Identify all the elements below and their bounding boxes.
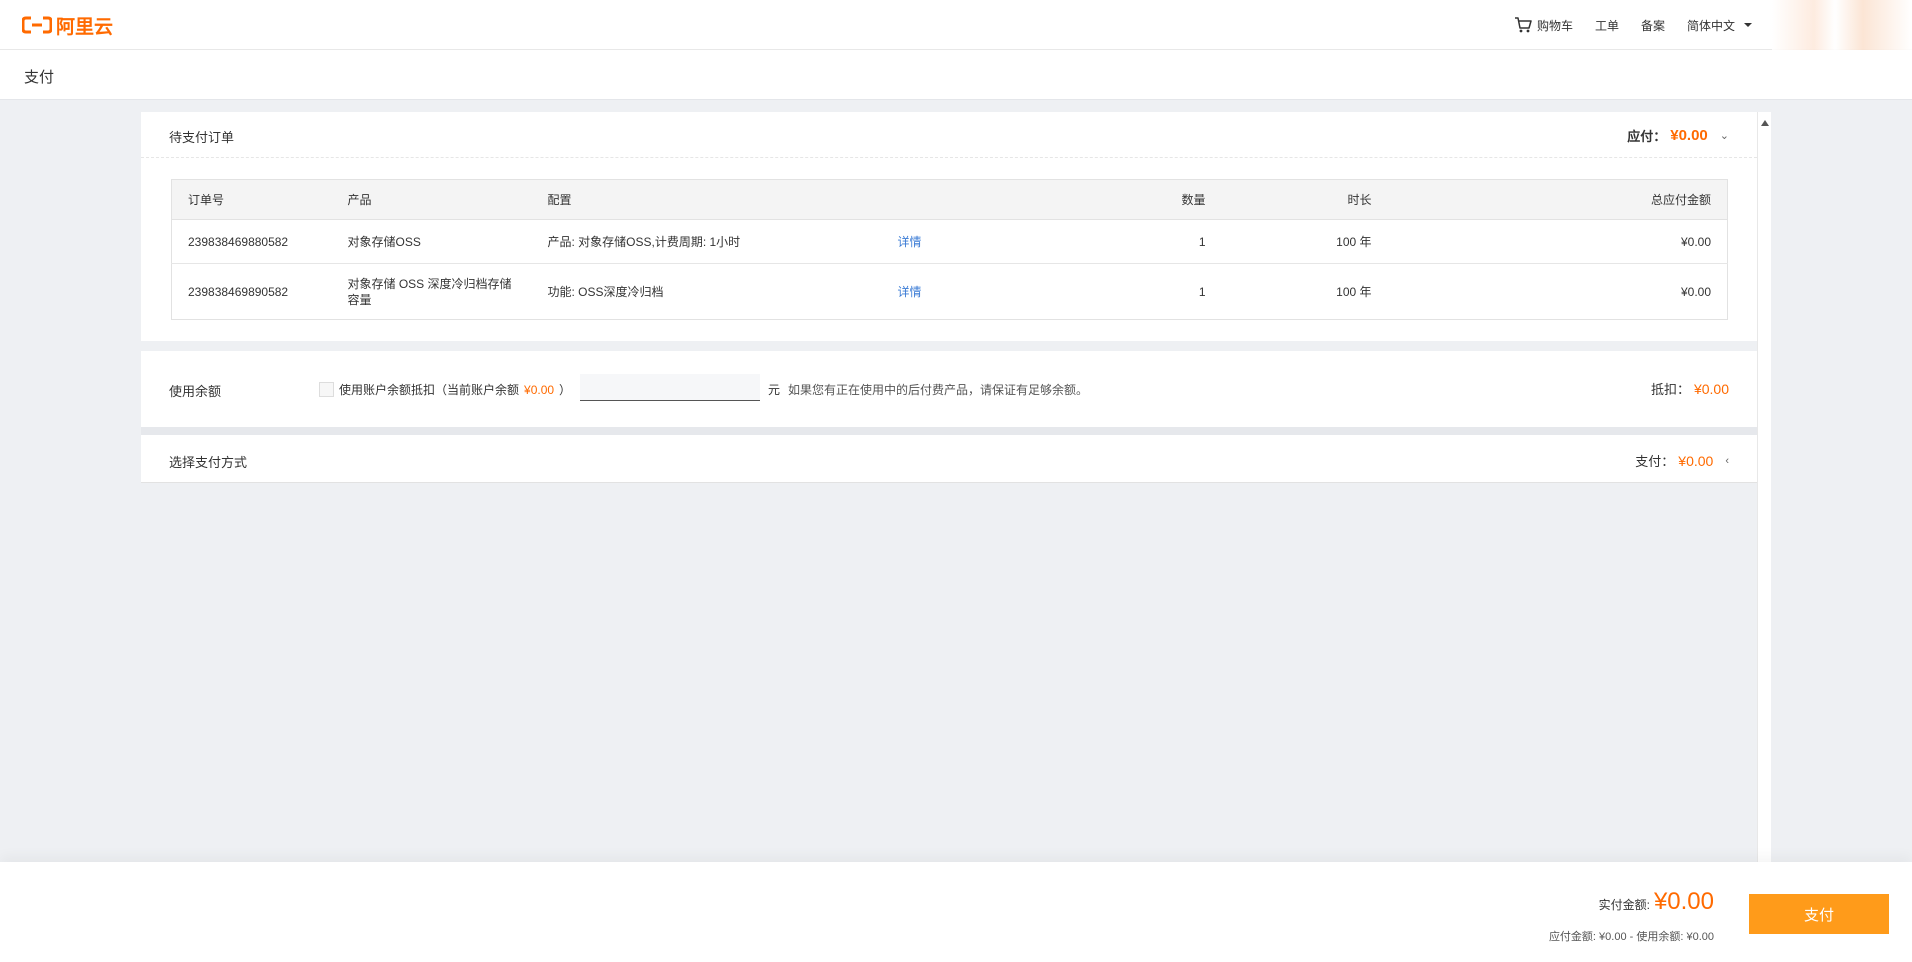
- section-divider: [141, 427, 1757, 435]
- ticket-link[interactable]: 工单: [1595, 17, 1619, 34]
- brand-name: 阿里云: [56, 16, 114, 38]
- pay-amount: ¥0.00: [1678, 452, 1714, 469]
- col-total: 总应付金额: [1387, 179, 1728, 220]
- balance-label: 使用余额: [169, 384, 222, 399]
- chevron-left-icon[interactable]: ‹: [1725, 455, 1729, 467]
- col-duration: 时长: [1221, 179, 1388, 220]
- current-balance: ¥0.00: [524, 382, 555, 397]
- page-title: 支付: [24, 69, 55, 86]
- ticket-label: 工单: [1594, 18, 1619, 33]
- pending-orders-title: 待支付订单: [169, 130, 235, 145]
- orders-table: 订单号 产品 配置 数量 时长 总应付金额 239838469880582 对象…: [171, 179, 1728, 320]
- col-detail: [881, 179, 1042, 220]
- pay-method-label: 选择支付方式: [169, 455, 248, 470]
- balance-hint: 如果您有正在使用中的后付费产品，请保证有足够余额。: [788, 383, 1089, 397]
- pay-summary: 支付： ¥0.00 ‹: [1635, 451, 1729, 470]
- orders-table-wrap: 订单号 产品 配置 数量 时长 总应付金额 239838469880582 对象…: [141, 158, 1757, 341]
- pending-orders-header[interactable]: 待支付订单 应付： ¥0.00 ⌄: [141, 112, 1757, 158]
- payable-summary: 应付： ¥0.00 ⌄: [1627, 126, 1729, 145]
- balance-panel: 使用余额 使用账户余额抵扣（当前账户余额 ¥0.00 ） 元 如果您有正在使用中…: [141, 351, 1757, 427]
- duration: 100 年: [1336, 285, 1372, 299]
- checkout-bar: 实付金额: ¥0.00 应付金额: ¥0.00 - 使用余额: ¥0.00 支付: [0, 862, 1912, 962]
- amount-breakdown: 应付金额: ¥0.00 - 使用余额: ¥0.00: [1548, 931, 1714, 943]
- chevron-down-icon[interactable]: ⌄: [1720, 129, 1729, 142]
- user-avatar[interactable]: [1772, 0, 1912, 50]
- deduct-amount: ¥0.00: [1693, 380, 1729, 397]
- use-balance-option[interactable]: 使用账户余额抵扣（当前账户余额 ¥0.00 ）: [319, 381, 571, 398]
- pay-button[interactable]: 支付: [1749, 894, 1889, 934]
- use-balance-text: 使用账户余额抵扣（当前账户余额: [339, 383, 520, 397]
- payable-label: 应付：: [1627, 129, 1667, 144]
- col-order-no: 订单号: [171, 179, 332, 220]
- unit-label: 元: [768, 383, 781, 397]
- row-total: ¥0.00: [1387, 219, 1728, 264]
- scroll-up-icon[interactable]: [1761, 120, 1769, 126]
- brand-logo[interactable]: 阿里云: [22, 12, 113, 38]
- product-name: 对象存储OSS: [331, 219, 532, 264]
- close-paren: ）: [559, 383, 572, 397]
- actual-label: 实付金额:: [1598, 898, 1650, 912]
- pay-method-panel[interactable]: 选择支付方式 支付： ¥0.00 ‹: [141, 435, 1757, 483]
- config-text: 产品: 对象存储OSS,计费周期: 1小时: [531, 219, 882, 264]
- top-nav-links: 购物车 工单 备案 简体中文: [1514, 0, 1752, 50]
- table-row: 239838469880582 对象存储OSS 产品: 对象存储OSS,计费周期…: [171, 219, 1728, 264]
- aliyun-logo-icon: [22, 16, 52, 34]
- balance-amount-input[interactable]: [580, 374, 760, 401]
- filing-link[interactable]: 备案: [1641, 17, 1665, 34]
- detail-link[interactable]: 详情: [898, 235, 922, 249]
- pending-orders-panel: 待支付订单 应付： ¥0.00 ⌄ 订单号 产品 配置 数量 时长 总应付金额: [141, 112, 1757, 341]
- product-name: 对象存储 OSS 深度冷归档存储容量: [347, 276, 512, 307]
- actual-payment: 实付金额: ¥0.00: [1599, 888, 1714, 916]
- cart-label: 购物车: [1536, 18, 1573, 33]
- cart-icon: [1514, 17, 1532, 33]
- detail-link[interactable]: 详情: [898, 285, 922, 299]
- payable-amount: ¥0.00: [1670, 127, 1708, 144]
- deduct-summary: 抵扣： ¥0.00: [1651, 379, 1729, 398]
- page-header: 支付: [0, 50, 1912, 100]
- language-label: 简体中文: [1686, 18, 1735, 33]
- main-content: 待支付订单 应付： ¥0.00 ⌄ 订单号 产品 配置 数量 时长 总应付金额: [141, 112, 1757, 483]
- order-no: 239838469880582: [171, 219, 332, 264]
- use-balance-checkbox[interactable]: [319, 382, 334, 397]
- table-row: 239838469890582 对象存储 OSS 深度冷归档存储容量 功能: O…: [172, 264, 1728, 320]
- col-qty: 数量: [1041, 179, 1222, 220]
- chevron-down-icon: [1744, 23, 1752, 27]
- deduct-label: 抵扣：: [1650, 382, 1690, 397]
- row-total: ¥0.00: [1680, 284, 1711, 299]
- config-text: 功能: OSS深度冷归档: [547, 285, 664, 299]
- orders-table-header: 订单号 产品 配置 数量 时长 总应付金额: [171, 179, 1728, 220]
- quantity: 1: [1198, 284, 1206, 299]
- quantity: 1: [1041, 219, 1222, 264]
- vertical-scrollbar[interactable]: [1757, 112, 1771, 862]
- duration: 100 年: [1221, 219, 1388, 264]
- actual-amount: ¥0.00: [1653, 888, 1714, 915]
- order-no: 239838469890582: [188, 284, 289, 299]
- language-selector[interactable]: 简体中文: [1687, 17, 1752, 34]
- pay-label: 支付：: [1635, 454, 1675, 469]
- top-navbar: 阿里云 购物车 工单 备案 简体中文: [0, 0, 1912, 50]
- col-config: 配置: [531, 179, 882, 220]
- filing-label: 备案: [1640, 18, 1665, 33]
- cart-link[interactable]: 购物车: [1514, 17, 1573, 34]
- col-product: 产品: [331, 179, 532, 220]
